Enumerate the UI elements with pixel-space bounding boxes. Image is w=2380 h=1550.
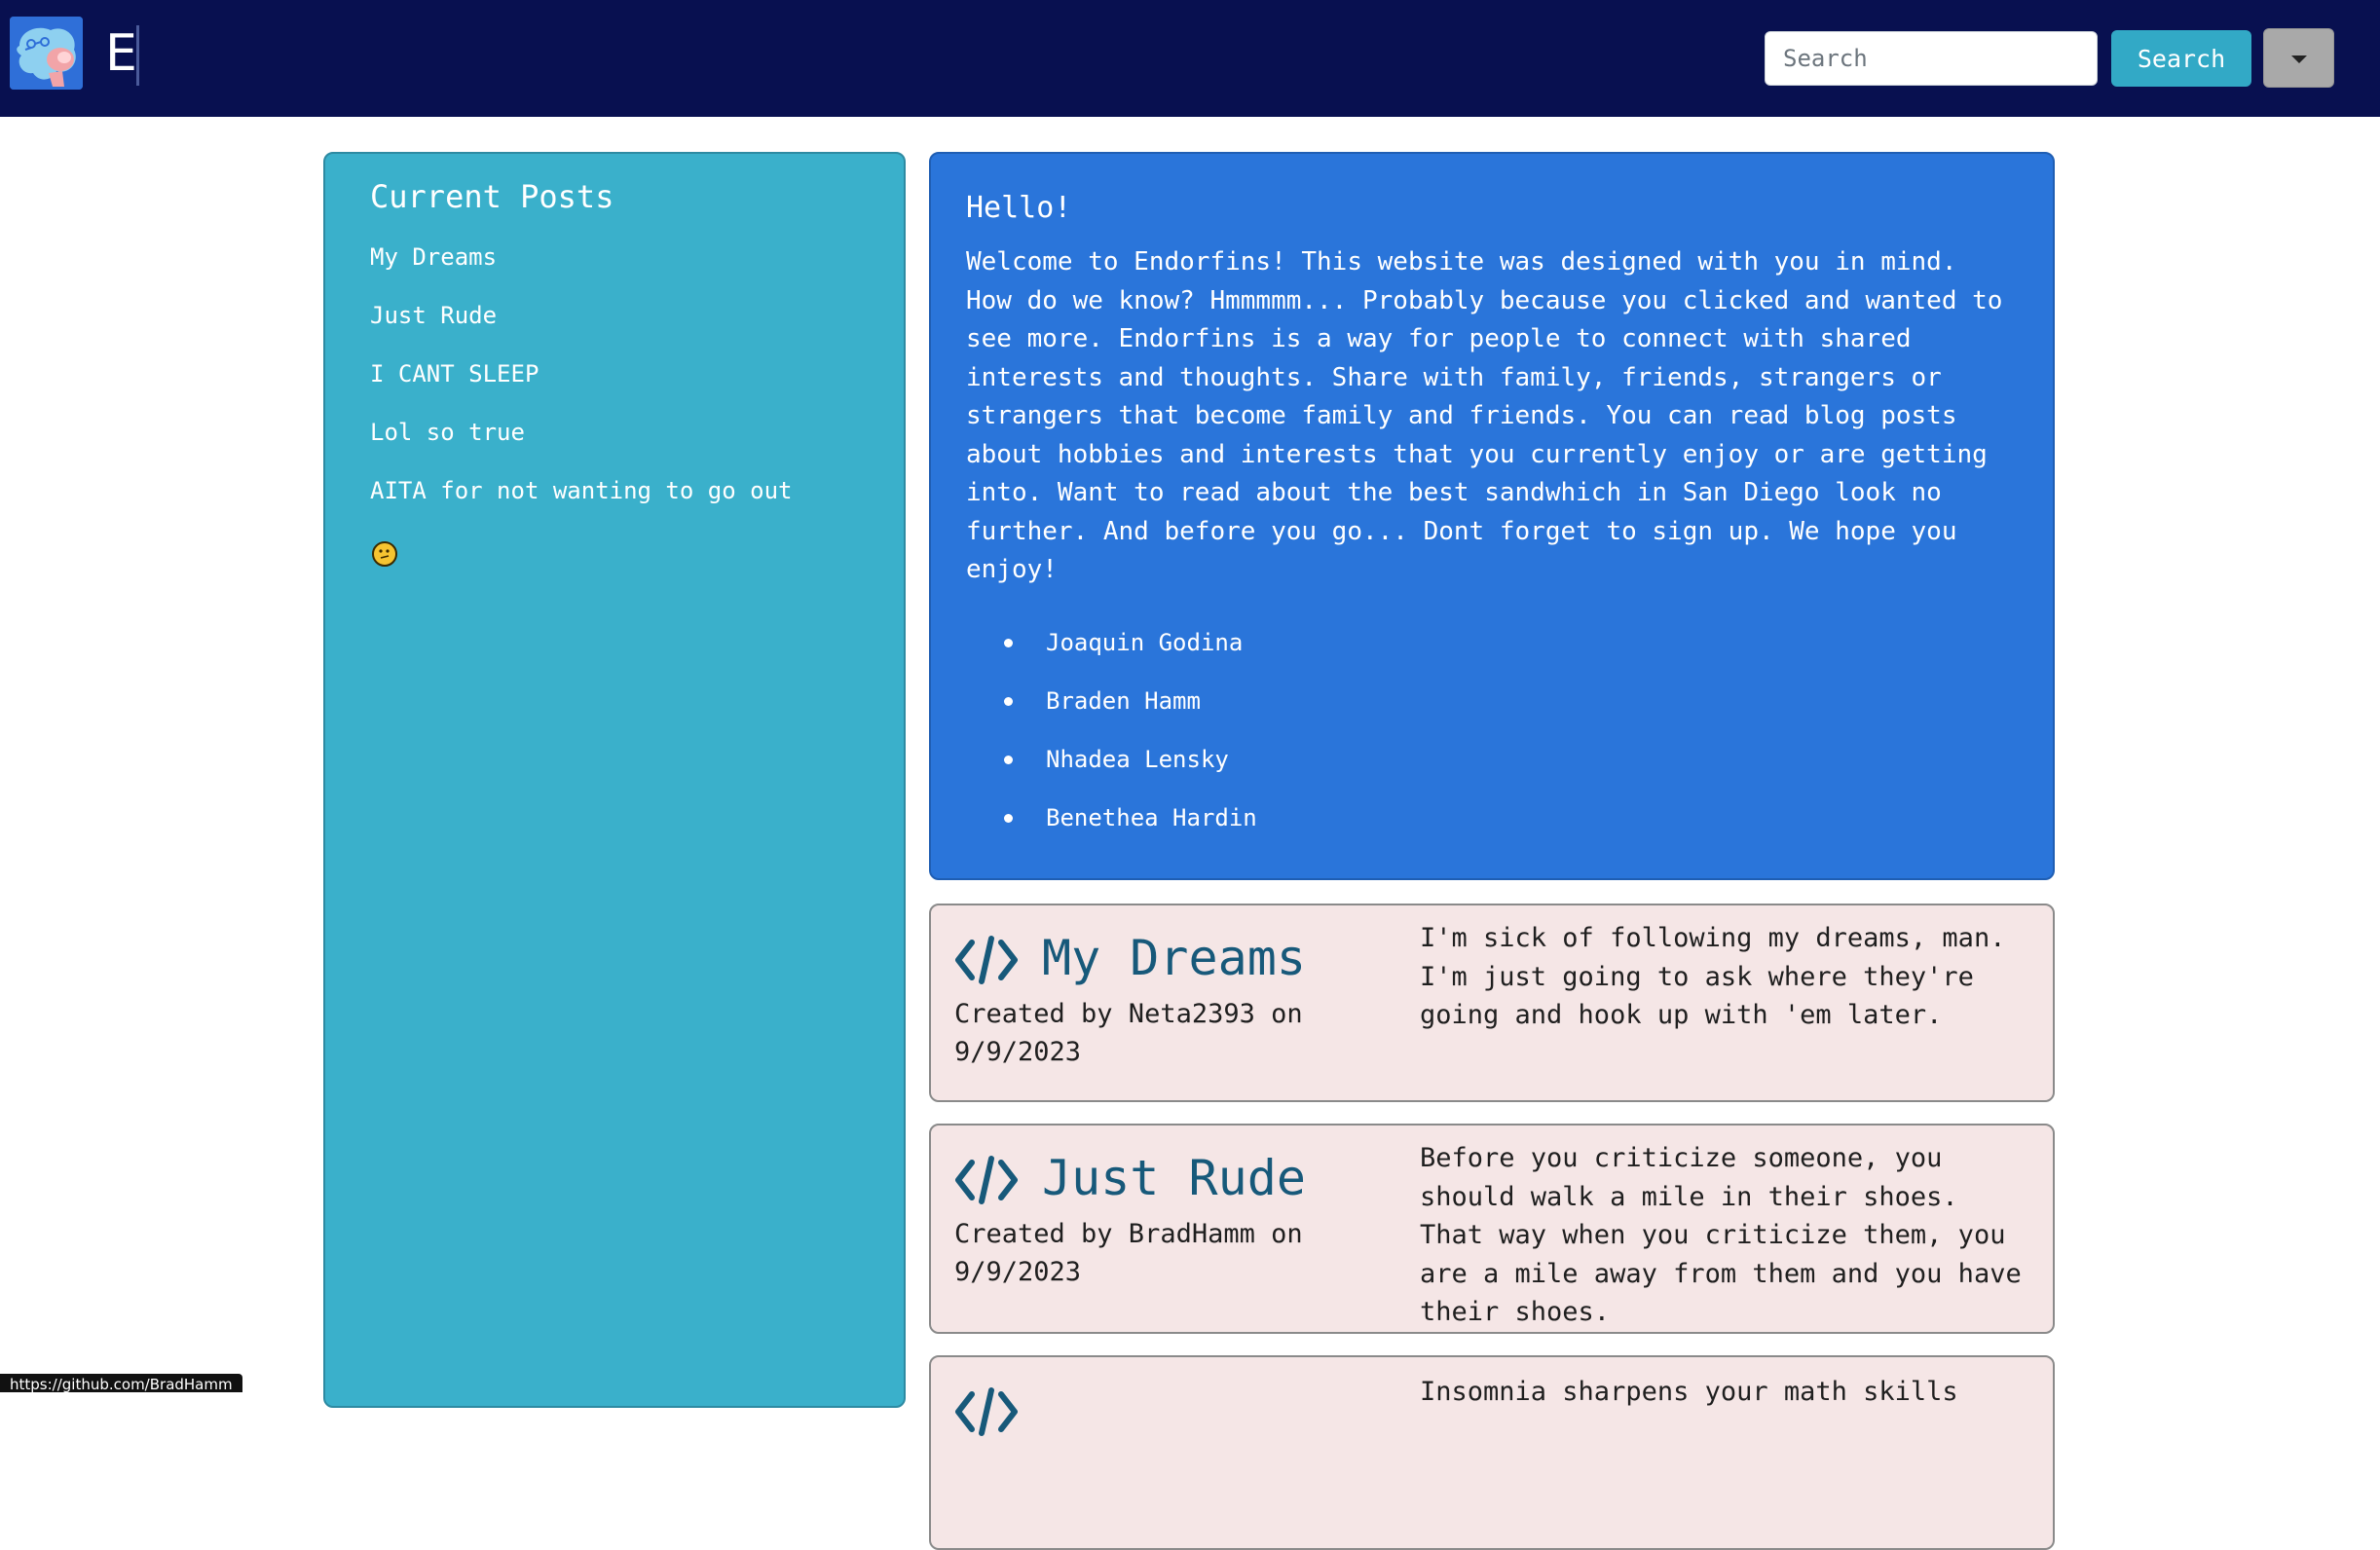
author-item: Braden Hamm: [1046, 687, 1201, 715]
code-icon: [955, 1387, 1018, 1436]
post-meta: Created by Neta2393 on 9/9/2023: [954, 999, 1303, 1067]
sidebar-item-aita[interactable]: AITA for not wanting to go out: [370, 475, 792, 506]
author-item: Benethea Hardin: [1046, 804, 1257, 831]
post-card-just-rude[interactable]: Just Rude Created by BradHamm on 9/9/202…: [929, 1124, 2055, 1334]
sidebar-item-just-rude[interactable]: Just Rude: [370, 300, 497, 331]
post-title[interactable]: My Dreams: [1042, 927, 1306, 989]
welcome-card: Hello! Welcome to Endorfins! This websit…: [929, 152, 2055, 880]
bullet-icon: [1004, 639, 1013, 647]
search-button[interactable]: Search: [2111, 30, 2251, 87]
sidebar-item-i-cant-sleep[interactable]: I CANT SLEEP: [370, 358, 539, 389]
code-icon: [955, 936, 1018, 984]
brand-logo-icon[interactable]: [10, 17, 83, 90]
status-bar-url: https://github.com/BradHamm: [0, 1374, 242, 1392]
welcome-title: Hello!: [966, 191, 1072, 225]
text-cursor: [136, 25, 139, 86]
bullet-icon: [1004, 814, 1013, 823]
code-icon: [955, 1156, 1018, 1204]
post-card-i-cant-sleep[interactable]: Insomnia sharpens your math skills: [929, 1355, 2055, 1550]
bullet-icon: [1004, 697, 1013, 706]
search-input[interactable]: [1765, 31, 2098, 86]
dropdown-toggle-button[interactable]: [2263, 28, 2334, 88]
brand-name[interactable]: E: [105, 23, 137, 84]
current-posts-sidebar: Current Posts My Dreams Just Rude I CANT…: [323, 152, 906, 1408]
post-body: I'm sick of following my dreams, man. I'…: [1420, 923, 2006, 1030]
thinking-face-icon[interactable]: [372, 541, 397, 567]
welcome-text: Welcome to Endorfins! This website was d…: [966, 247, 2003, 584]
author-item: Joaquin Godina: [1046, 629, 1244, 656]
navbar: E Search: [0, 0, 2380, 117]
sidebar-title: Current Posts: [370, 178, 614, 215]
post-meta: Created by BradHamm on 9/9/2023: [954, 1219, 1303, 1287]
sidebar-item-lol-so-true[interactable]: Lol so true: [370, 417, 525, 448]
post-card-my-dreams[interactable]: My Dreams Created by Neta2393 on 9/9/202…: [929, 904, 2055, 1102]
post-title[interactable]: Just Rude: [1042, 1147, 1306, 1209]
bullet-icon: [1004, 756, 1013, 764]
sidebar-item-my-dreams[interactable]: My Dreams: [370, 241, 497, 273]
post-body: Before you criticize someone, you should…: [1420, 1143, 2022, 1327]
caret-down-icon: [2291, 55, 2307, 63]
author-item: Nhadea Lensky: [1046, 746, 1229, 773]
